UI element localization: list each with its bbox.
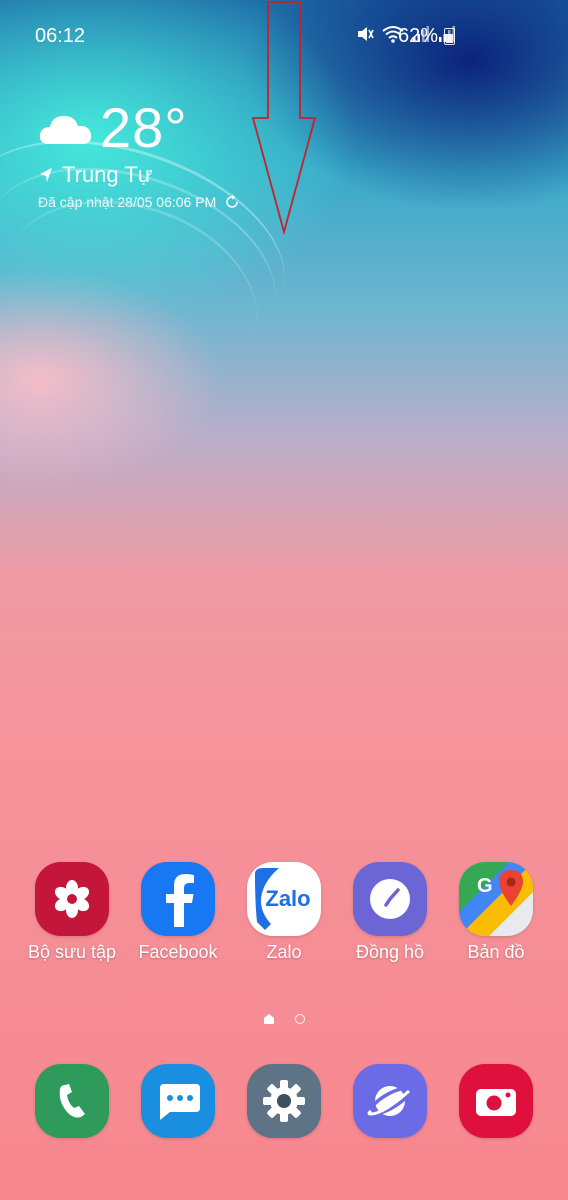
battery-icon: [444, 28, 456, 45]
zalo-icon[interactable]: Zalo: [247, 862, 321, 936]
swipe-down-arrow-annotation: [251, 1, 317, 236]
gallery-icon[interactable]: [35, 862, 109, 936]
page-indicator[interactable]: [263, 1013, 305, 1025]
maps-icon[interactable]: G: [459, 862, 533, 936]
svg-text:G: G: [477, 875, 493, 897]
phone-icon[interactable]: [35, 1064, 109, 1138]
status-time: 06:12: [35, 25, 86, 47]
location-pin-icon: [40, 168, 52, 182]
camera-icon[interactable]: [459, 1064, 533, 1138]
weather-location-label: Trung Tự: [62, 162, 153, 187]
cloud-icon: [39, 116, 92, 144]
page-dot[interactable]: [295, 1014, 305, 1024]
app-row: Bộ sưu tập Facebook Zalo Zalo Đồng hồ G …: [0, 862, 568, 982]
dock: [0, 1064, 568, 1140]
mute-icon: [358, 27, 374, 41]
weather-updated-label: Đã cập nhật 28/05 06:06 PM: [38, 194, 217, 210]
gear-icon[interactable]: [247, 1064, 321, 1138]
battery-status: 62%: [398, 25, 456, 48]
app-label: Zalo: [266, 942, 302, 962]
svg-text:Zalo: Zalo: [265, 886, 310, 911]
app-facebook[interactable]: Facebook: [125, 862, 231, 963]
weather-updated: Đã cập nhật 28/05 06:06 PM: [38, 194, 240, 210]
app-clock[interactable]: Đồng hồ: [337, 862, 443, 963]
messages-icon[interactable]: [141, 1064, 215, 1138]
app-maps[interactable]: G Bản đồ: [443, 862, 549, 963]
app-label: Bản đồ: [467, 942, 525, 962]
app-label: Đồng hồ: [355, 942, 425, 962]
battery-percent: 62%: [398, 25, 439, 47]
app-zalo[interactable]: Zalo Zalo: [231, 862, 337, 963]
app-label: Bộ sưu tập: [27, 942, 117, 962]
weather-widget[interactable]: 28° Trung Tự Đã cập nhật 28/05 06:06 PM: [38, 96, 240, 210]
app-label: Facebook: [138, 942, 218, 962]
clock-icon[interactable]: [353, 862, 427, 936]
refresh-icon[interactable]: [224, 194, 240, 210]
app-gallery[interactable]: Bộ sưu tập: [19, 862, 125, 963]
weather-main: 28°: [38, 96, 240, 160]
facebook-icon[interactable]: [141, 862, 215, 936]
planet-icon[interactable]: [353, 1064, 427, 1138]
weather-location: Trung Tự: [38, 162, 240, 188]
home-page-icon[interactable]: [263, 1013, 275, 1025]
weather-temperature: 28°: [100, 96, 188, 159]
